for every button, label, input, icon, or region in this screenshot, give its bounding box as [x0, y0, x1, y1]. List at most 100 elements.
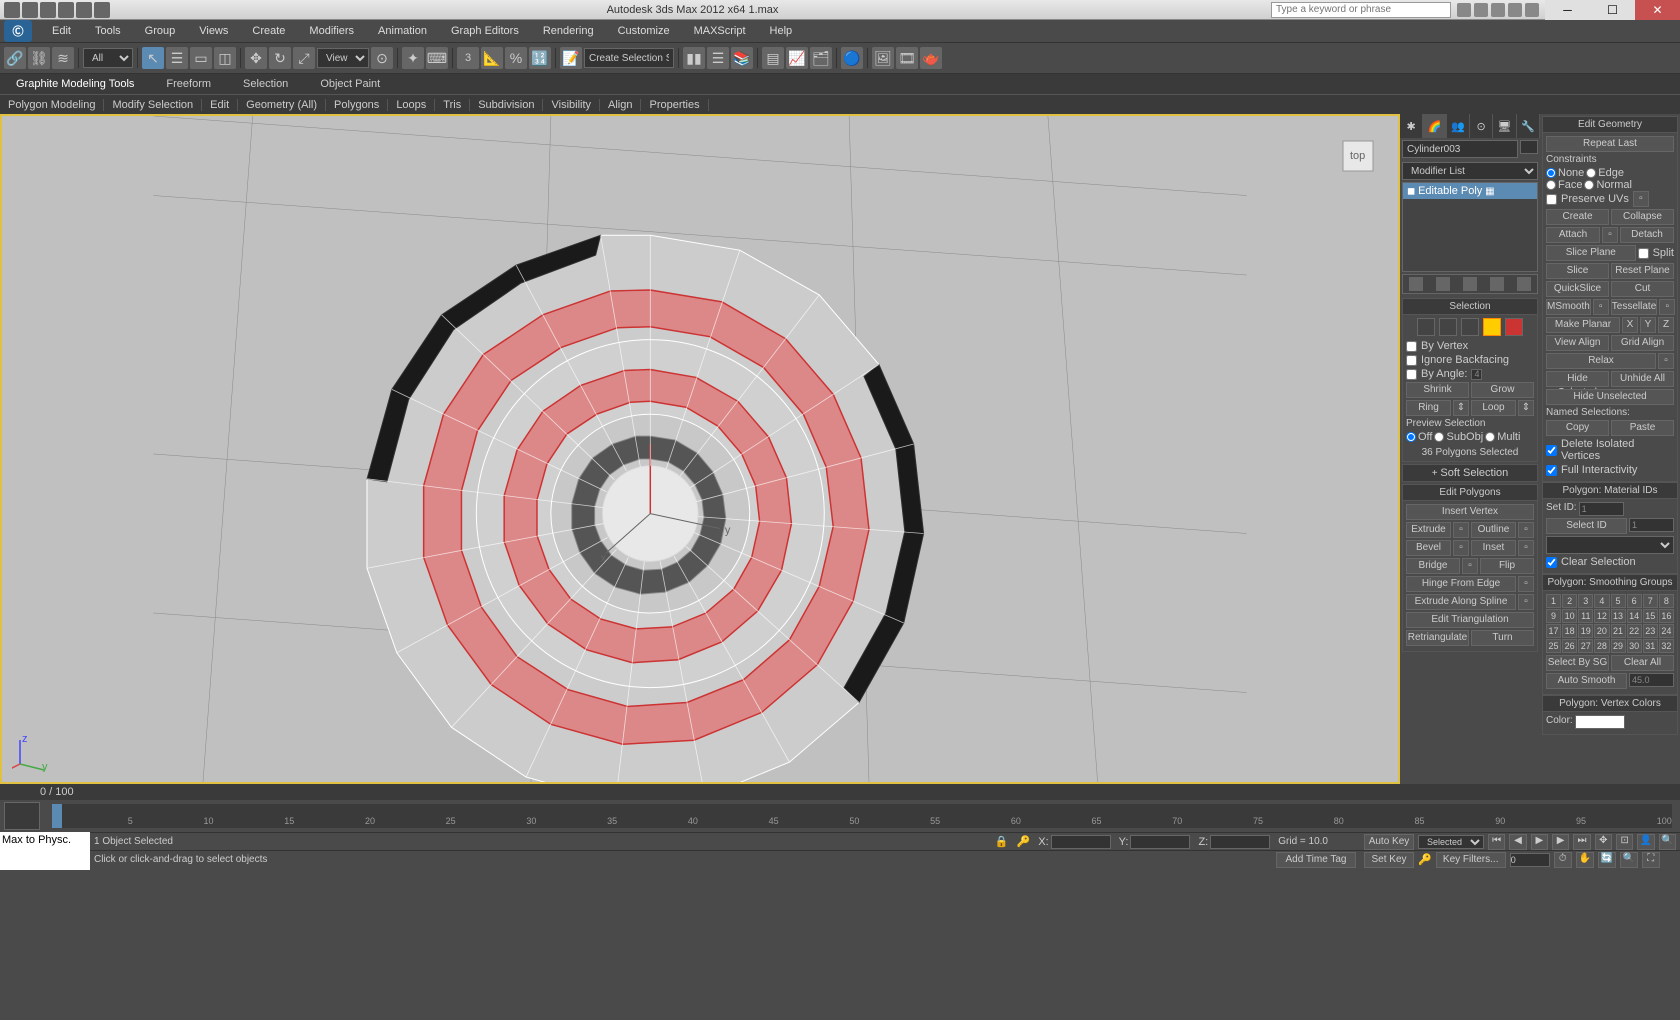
- full-interactivity-checkbox[interactable]: Full Interactivity: [1546, 464, 1674, 476]
- smoothing-group-19[interactable]: 19: [1578, 624, 1593, 638]
- ribbon-polygons[interactable]: Polygons: [326, 99, 388, 111]
- ribbon-modify-selection[interactable]: Modify Selection: [104, 99, 202, 111]
- smoothing-group-6[interactable]: 6: [1627, 594, 1642, 608]
- auto-smooth-spinner[interactable]: [1629, 673, 1674, 687]
- attach-button[interactable]: Attach: [1546, 227, 1600, 243]
- exchange-icon[interactable]: [1474, 3, 1488, 17]
- smoothing-group-3[interactable]: 3: [1578, 594, 1593, 608]
- selection-rollout-header[interactable]: Selection: [1402, 298, 1538, 315]
- smoothing-group-31[interactable]: 31: [1643, 639, 1658, 653]
- menu-rendering[interactable]: Rendering: [531, 25, 606, 37]
- object-name-input[interactable]: [1402, 140, 1518, 158]
- slice-button[interactable]: Slice: [1546, 263, 1609, 279]
- smoothing-group-15[interactable]: 15: [1643, 609, 1658, 623]
- hinge-settings-icon[interactable]: ▫: [1518, 576, 1534, 592]
- hide-unselected-button[interactable]: Hide Unselected: [1546, 389, 1674, 405]
- mirror-icon[interactable]: ▮▮: [683, 47, 705, 69]
- quickslice-button[interactable]: QuickSlice: [1546, 281, 1609, 297]
- smoothing-group-22[interactable]: 22: [1627, 624, 1642, 638]
- menu-maxscript[interactable]: MAXScript: [682, 25, 758, 37]
- vertex-color-swatch[interactable]: [1575, 715, 1625, 729]
- ribbon-visibility[interactable]: Visibility: [543, 99, 600, 111]
- y-coord-input[interactable]: [1130, 835, 1190, 849]
- ribbon-edit[interactable]: Edit: [202, 99, 238, 111]
- play-icon[interactable]: ▶: [1531, 834, 1548, 850]
- smoothing-group-27[interactable]: 27: [1578, 639, 1593, 653]
- align-icon[interactable]: ☰: [707, 47, 729, 69]
- planar-x-button[interactable]: X: [1622, 317, 1638, 333]
- add-time-tag-button[interactable]: Add Time Tag: [1276, 852, 1356, 868]
- ref-coord-dropdown[interactable]: View: [317, 48, 369, 68]
- close-button[interactable]: ✕: [1635, 0, 1680, 20]
- attach-list-icon[interactable]: ▫: [1602, 227, 1618, 243]
- relax-settings-icon[interactable]: ▫: [1658, 353, 1674, 369]
- viewcube[interactable]: top: [1328, 126, 1388, 186]
- preserve-uvs-settings-icon[interactable]: ▫: [1633, 191, 1649, 207]
- menu-graph-editors[interactable]: Graph Editors: [439, 25, 531, 37]
- key-filter-dropdown[interactable]: Selected: [1418, 835, 1484, 849]
- constraint-none-radio[interactable]: [1546, 168, 1556, 178]
- preview-multi-radio[interactable]: [1485, 432, 1495, 442]
- bind-icon[interactable]: ≋: [52, 47, 74, 69]
- named-selection-icon[interactable]: 📝: [560, 47, 582, 69]
- new-icon[interactable]: [4, 2, 20, 18]
- percent-snap-icon[interactable]: %: [505, 47, 527, 69]
- layers-icon[interactable]: 📚: [731, 47, 753, 69]
- window-crossing-icon[interactable]: ◫: [214, 47, 236, 69]
- help-search-input[interactable]: [1271, 2, 1451, 18]
- smoothing-groups-header[interactable]: Polygon: Smoothing Groups: [1542, 574, 1678, 591]
- smoothing-group-28[interactable]: 28: [1594, 639, 1609, 653]
- smoothing-group-17[interactable]: 17: [1546, 624, 1561, 638]
- nav-icon-2[interactable]: ⊡: [1616, 834, 1633, 850]
- constraint-edge-radio[interactable]: [1586, 168, 1596, 178]
- paste-sel-button[interactable]: Paste: [1611, 420, 1674, 436]
- ribbon-polygon-modeling[interactable]: Polygon Modeling: [0, 99, 104, 111]
- modifier-list-dropdown[interactable]: Modifier List: [1402, 162, 1538, 180]
- extrude-button[interactable]: Extrude: [1406, 522, 1451, 538]
- smoothing-group-14[interactable]: 14: [1627, 609, 1642, 623]
- view-align-button[interactable]: View Align: [1546, 335, 1609, 351]
- undo-icon[interactable]: [58, 2, 74, 18]
- time-config-icon[interactable]: ⏱: [1554, 852, 1572, 868]
- grid-align-button[interactable]: Grid Align: [1611, 335, 1674, 351]
- menu-edit[interactable]: Edit: [40, 25, 83, 37]
- nav-icon-4[interactable]: 🔍: [1659, 834, 1676, 850]
- viewport-canvas[interactable]: x y: [2, 116, 1398, 782]
- edge-subobj-icon[interactable]: [1439, 318, 1457, 336]
- menu-create[interactable]: Create: [240, 25, 297, 37]
- smoothing-group-30[interactable]: 30: [1627, 639, 1642, 653]
- reset-plane-button[interactable]: Reset Plane: [1611, 263, 1674, 279]
- ribbon-tris[interactable]: Tris: [435, 99, 470, 111]
- selection-filter-dropdown[interactable]: All: [83, 48, 133, 68]
- key-icon[interactable]: 🔑: [1017, 835, 1031, 848]
- smoothing-group-5[interactable]: 5: [1611, 594, 1626, 608]
- application-icon[interactable]: Ⓒ: [4, 20, 32, 42]
- clear-selection-checkbox[interactable]: Clear Selection: [1546, 556, 1674, 568]
- ribbon-tab-freeform[interactable]: Freeform: [158, 78, 219, 90]
- smoothing-group-7[interactable]: 7: [1643, 594, 1658, 608]
- menu-modifiers[interactable]: Modifiers: [297, 25, 366, 37]
- smoothing-group-23[interactable]: 23: [1643, 624, 1658, 638]
- smoothing-group-32[interactable]: 32: [1659, 639, 1674, 653]
- preserve-uvs-checkbox[interactable]: Preserve UVs ▫: [1546, 191, 1674, 207]
- unhide-all-button[interactable]: Unhide All: [1611, 371, 1674, 387]
- cut-button[interactable]: Cut: [1611, 281, 1674, 297]
- smoothing-group-29[interactable]: 29: [1611, 639, 1626, 653]
- pivot-icon[interactable]: ⊙: [371, 47, 393, 69]
- smoothing-group-13[interactable]: 13: [1611, 609, 1626, 623]
- preview-subobj-radio[interactable]: [1434, 432, 1444, 442]
- schematic-icon[interactable]: 🗂: [810, 47, 832, 69]
- save-icon[interactable]: [40, 2, 56, 18]
- smoothing-group-21[interactable]: 21: [1611, 624, 1626, 638]
- rotate-icon[interactable]: ↻: [269, 47, 291, 69]
- turn-button[interactable]: Turn: [1471, 630, 1534, 646]
- bevel-button[interactable]: Bevel: [1406, 540, 1451, 556]
- polygon-subobj-icon[interactable]: [1483, 318, 1501, 336]
- edit-geometry-header[interactable]: Edit Geometry: [1542, 116, 1678, 133]
- goto-start-icon[interactable]: ⏮: [1488, 834, 1505, 850]
- object-color-swatch[interactable]: [1520, 140, 1538, 154]
- material-editor-icon[interactable]: 🔵: [841, 47, 863, 69]
- z-coord-input[interactable]: [1210, 835, 1270, 849]
- open-icon[interactable]: [22, 2, 38, 18]
- minimize-button[interactable]: ─: [1545, 0, 1590, 20]
